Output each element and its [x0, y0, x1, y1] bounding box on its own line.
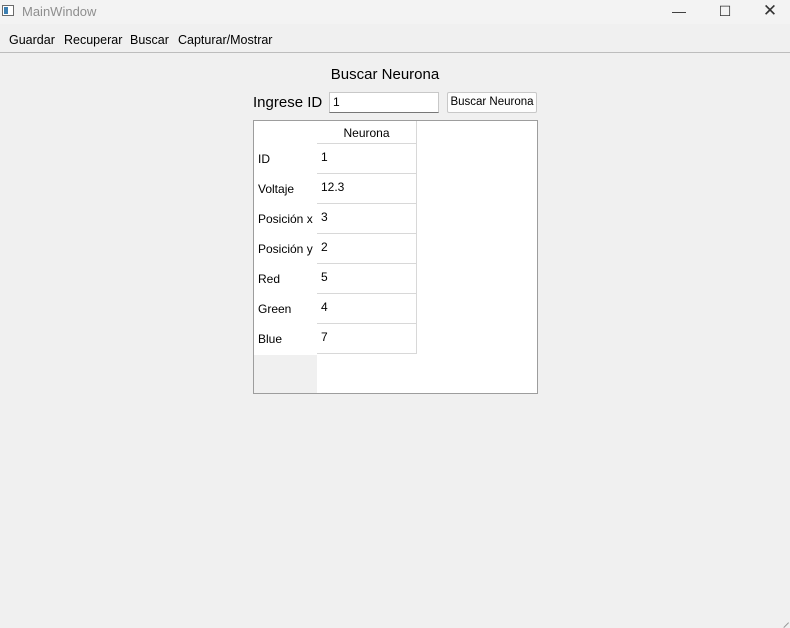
- cell-posicion-y[interactable]: 2: [317, 234, 417, 264]
- menu-bar: Guardar Recuperar Buscar Capturar/Mostra…: [0, 28, 790, 53]
- title-bar: MainWindow — ☐ ✕: [0, 0, 790, 24]
- row-header-filler: [254, 355, 317, 393]
- window-title: MainWindow: [22, 4, 97, 19]
- row-header-blue[interactable]: Blue: [258, 324, 282, 354]
- search-neuron-button[interactable]: Buscar Neurona: [447, 92, 537, 113]
- row-header-red[interactable]: Red: [258, 264, 280, 294]
- row-header-posicion-x[interactable]: Posición x: [258, 204, 313, 234]
- minimize-button[interactable]: —: [656, 0, 702, 24]
- cell-voltaje[interactable]: 12.3: [317, 174, 417, 204]
- row-header-id[interactable]: ID: [258, 144, 270, 174]
- menu-capturar-mostrar[interactable]: Capturar/Mostrar: [178, 33, 272, 47]
- id-input[interactable]: 1: [329, 92, 439, 113]
- row-header-posicion-y[interactable]: Posición y: [258, 234, 313, 264]
- menu-buscar[interactable]: Buscar: [130, 33, 169, 47]
- column-header-neurona[interactable]: Neurona: [317, 121, 417, 144]
- table-corner: [254, 121, 317, 144]
- resize-grip-icon[interactable]: [781, 615, 789, 623]
- maximize-button[interactable]: ☐: [702, 0, 748, 24]
- close-button[interactable]: ✕: [747, 0, 790, 24]
- cell-red[interactable]: 5: [317, 264, 417, 294]
- app-window-icon: [2, 5, 14, 16]
- cell-blue[interactable]: 7: [317, 324, 417, 354]
- id-label: Ingrese ID: [253, 94, 323, 111]
- cell-id[interactable]: 1: [317, 144, 417, 174]
- row-header-voltaje[interactable]: Voltaje: [258, 174, 294, 204]
- row-header-column: ID Voltaje Posición x Posición y Red Gre…: [254, 144, 317, 355]
- cell-posicion-x[interactable]: 3: [317, 204, 417, 234]
- page-title: Buscar Neurona: [330, 66, 440, 83]
- neuron-table: Neurona ID Voltaje Posición x Posición y…: [253, 120, 538, 394]
- menu-recuperar[interactable]: Recuperar: [64, 33, 122, 47]
- menu-guardar[interactable]: Guardar: [9, 33, 55, 47]
- row-header-green[interactable]: Green: [258, 294, 291, 324]
- cell-green[interactable]: 4: [317, 294, 417, 324]
